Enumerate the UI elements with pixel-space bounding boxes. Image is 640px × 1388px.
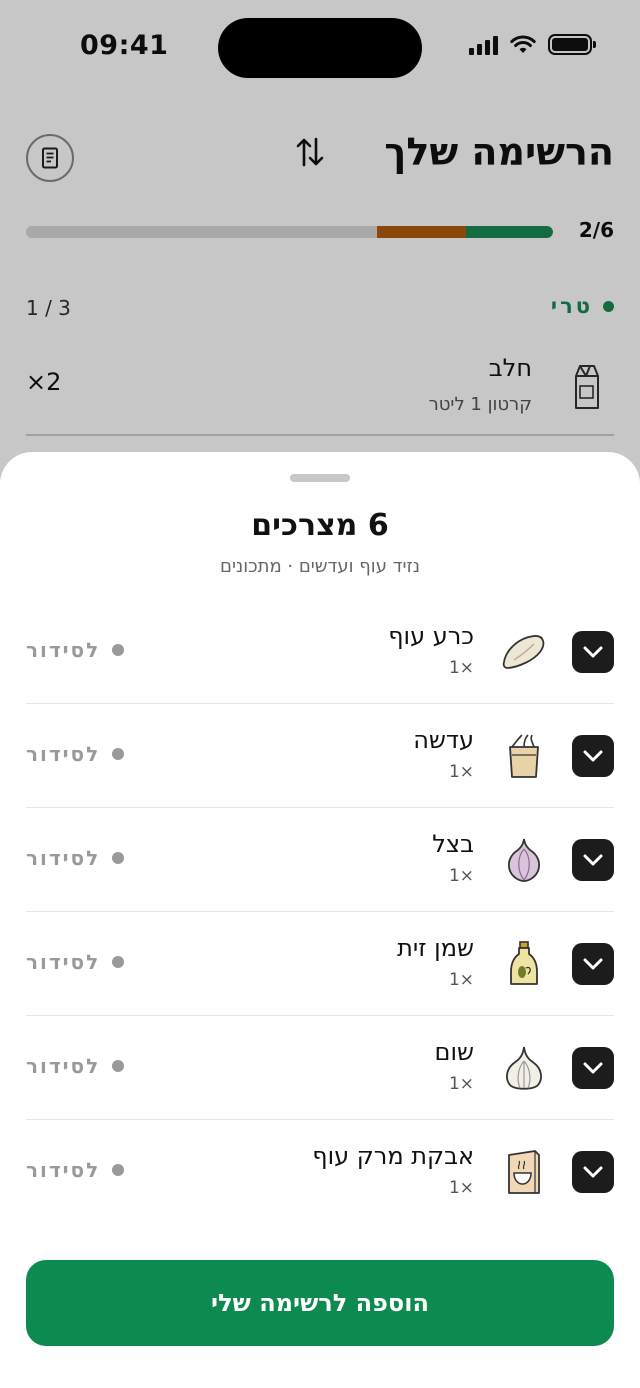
chevron-down-icon — [583, 854, 603, 866]
expand-button[interactable] — [572, 1047, 614, 1089]
status-dot — [112, 644, 125, 656]
list-item[interactable]: שמן זית 1× לסידור — [26, 912, 614, 1016]
sheet-grabber[interactable] — [290, 474, 350, 482]
status-label: לסידור — [26, 638, 101, 662]
expand-button[interactable] — [572, 1151, 614, 1193]
add-to-list-button[interactable]: הוספה לרשימה שלי — [26, 1260, 614, 1346]
add-to-list-label: הוספה לרשימה שלי — [211, 1289, 429, 1317]
status-link[interactable]: לסידור — [26, 846, 125, 870]
item-name: אבקת מרק עוף — [312, 1142, 474, 1170]
status-label: לסידור — [26, 846, 101, 870]
status-label: לסידור — [26, 1158, 101, 1182]
chevron-down-icon — [583, 1166, 603, 1178]
sheet-title: 6 מצרכים — [251, 508, 389, 543]
chevron-down-icon — [583, 958, 603, 970]
olive-oil-icon — [500, 940, 548, 988]
status-link[interactable]: לסידור — [26, 638, 125, 662]
status-label: לסידור — [26, 1054, 101, 1078]
soup-powder-icon — [500, 1148, 548, 1196]
chevron-down-icon — [583, 750, 603, 762]
list-item[interactable]: כרע עוף 1× לסידור — [26, 600, 614, 704]
item-quantity: 1× — [448, 658, 474, 678]
chevron-down-icon — [583, 646, 603, 658]
status-dot — [112, 852, 125, 864]
status-dot — [112, 1060, 125, 1072]
item-quantity: 1× — [448, 1178, 474, 1198]
item-quantity: 1× — [448, 970, 474, 990]
list-item[interactable]: אבקת מרק עוף 1× לסידור — [26, 1120, 614, 1224]
item-name: בצל — [432, 830, 474, 858]
status-label: לסידור — [26, 950, 101, 974]
chicken-leg-icon — [500, 628, 548, 676]
bottom-sheet: 6 מצרכים נזיד עוף ועדשים · מתכונים כרע ע… — [0, 452, 640, 1388]
item-quantity: 1× — [448, 1074, 474, 1094]
item-name: עדשה — [413, 726, 474, 754]
item-name: כרע עוף — [388, 622, 474, 650]
sheet-subtitle: נזיד עוף ועדשים · מתכונים — [220, 556, 420, 577]
list-item[interactable]: שום 1× לסידור — [26, 1016, 614, 1120]
item-name: שום — [434, 1038, 474, 1066]
list-item[interactable]: עדשה 1× לסידור — [26, 704, 614, 808]
expand-button[interactable] — [572, 735, 614, 777]
status-dot — [112, 748, 125, 760]
status-link[interactable]: לסידור — [26, 1054, 125, 1078]
chevron-down-icon — [583, 1062, 603, 1074]
status-dot — [112, 956, 125, 968]
item-name: שמן זית — [397, 934, 474, 962]
status-dot — [112, 1164, 125, 1176]
status-label: לסידור — [26, 742, 101, 766]
expand-button[interactable] — [572, 631, 614, 673]
item-quantity: 1× — [448, 866, 474, 886]
status-link[interactable]: לסידור — [26, 1158, 125, 1182]
ingredient-list: כרע עוף 1× לסידור עדשה 1× לסידור בצל 1× … — [26, 600, 614, 1224]
expand-button[interactable] — [572, 839, 614, 881]
item-quantity: 1× — [448, 762, 474, 782]
garlic-icon — [500, 1044, 548, 1092]
onion-icon — [500, 836, 548, 884]
status-link[interactable]: לסידור — [26, 742, 125, 766]
expand-button[interactable] — [572, 943, 614, 985]
lentil-bag-icon — [500, 732, 548, 780]
list-item[interactable]: בצל 1× לסידור — [26, 808, 614, 912]
status-link[interactable]: לסידור — [26, 950, 125, 974]
